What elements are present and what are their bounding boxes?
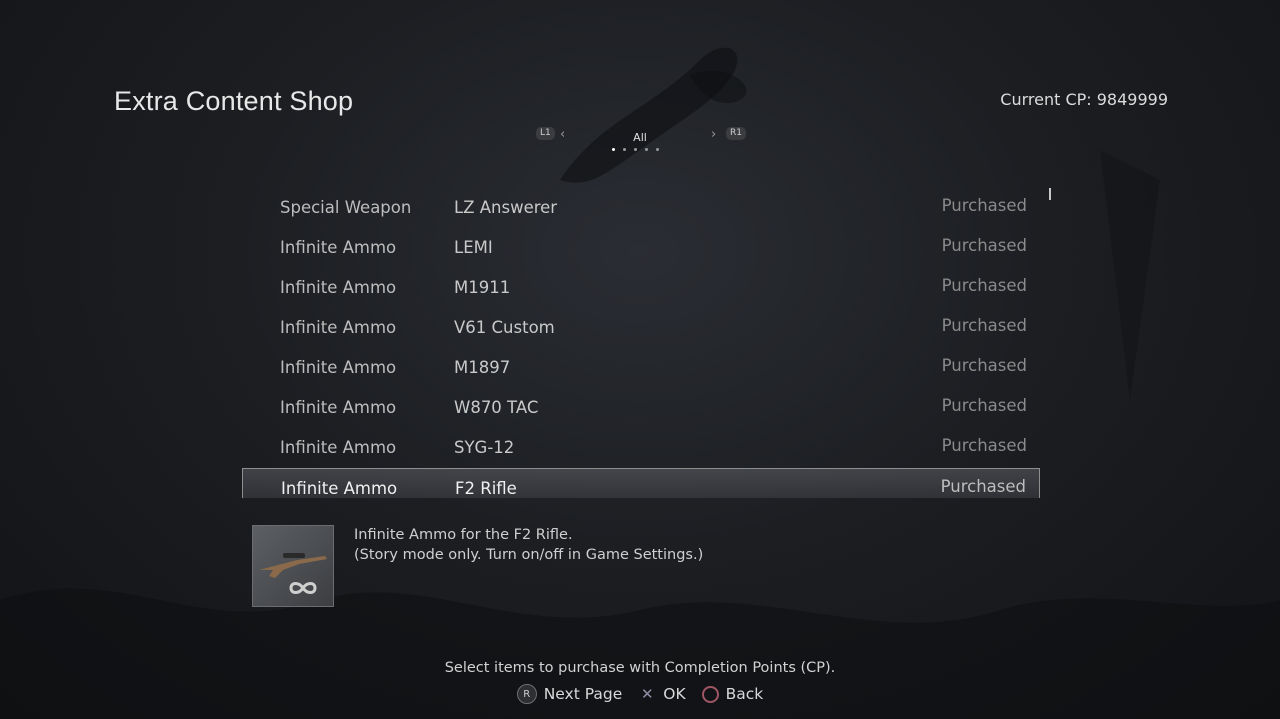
item-category: Infinite Ammo <box>281 479 398 498</box>
item-thumbnail <box>252 525 334 607</box>
page-dots <box>612 148 659 151</box>
item-status: Purchased <box>941 196 1027 215</box>
ok-label: OK <box>663 685 686 703</box>
circle-icon <box>701 685 719 703</box>
back-prompt[interactable]: Back <box>701 685 764 703</box>
r-stick-icon: R <box>516 684 537 704</box>
rifle-infinity-icon <box>259 553 327 594</box>
page-dot <box>623 148 626 151</box>
item-name: V61 Custom <box>454 318 555 337</box>
item-category: Infinite Ammo <box>280 438 397 457</box>
item-name: LEMI <box>454 238 493 257</box>
list-item[interactable]: Special Weapon LZ Answerer Purchased <box>242 188 1040 228</box>
cross-icon: ✕ <box>640 685 654 703</box>
r1-button-icon[interactable]: R1 <box>726 127 746 140</box>
list-item[interactable]: Infinite Ammo F2 Rifle Purchased <box>242 468 1040 498</box>
description-line-1: Infinite Ammo for the F2 Rifle. <box>354 527 573 543</box>
item-name: W870 TAC <box>454 398 539 417</box>
item-name: SYG-12 <box>454 438 515 457</box>
list-item[interactable]: Infinite Ammo M1897 Purchased <box>242 348 1040 388</box>
current-cp: Current CP: 9849999 <box>1000 90 1168 109</box>
button-prompts: R Next Page ✕ OK Back <box>0 684 1280 704</box>
item-name: M1897 <box>454 358 511 377</box>
item-status: Purchased <box>941 276 1027 295</box>
chevron-right-icon[interactable]: › <box>711 127 716 142</box>
page-dot <box>634 148 637 151</box>
item-status: Purchased <box>941 396 1027 415</box>
item-category: Infinite Ammo <box>280 318 397 337</box>
item-name: M1911 <box>454 278 511 297</box>
shop-item-list: Special Weapon LZ Answerer Purchased Infini… <box>242 188 1040 498</box>
item-name: F2 Rifle <box>455 479 517 498</box>
list-item[interactable]: Infinite Ammo W870 TAC Purchased <box>242 388 1040 428</box>
page-title: Extra Content Shop <box>114 86 354 116</box>
next-page-prompt[interactable]: R Next Page <box>516 684 623 704</box>
scrollbar-thumb[interactable] <box>1049 188 1051 200</box>
item-category: Special Weapon <box>280 198 412 217</box>
page-dot <box>656 148 659 151</box>
category-tabs[interactable]: L1 ‹ All › R1 <box>530 124 750 158</box>
item-status: Purchased <box>940 477 1026 496</box>
list-item[interactable]: Infinite Ammo M1911 Purchased <box>242 268 1040 308</box>
footer-hint: Select items to purchase with Completion… <box>444 660 836 676</box>
page-dot <box>612 148 615 151</box>
item-description: Infinite Ammo for the F2 Rifle. (Story m… <box>354 525 703 565</box>
next-page-label: Next Page <box>543 685 623 703</box>
item-status: Purchased <box>941 236 1027 255</box>
back-label: Back <box>725 685 764 703</box>
item-name: LZ Answerer <box>454 198 558 217</box>
item-status: Purchased <box>941 356 1027 375</box>
item-status: Purchased <box>941 436 1027 455</box>
description-line-2: (Story mode only. Turn on/off in Game Se… <box>354 547 704 563</box>
list-item[interactable]: Infinite Ammo LEMI Purchased <box>242 228 1040 268</box>
item-category: Infinite Ammo <box>280 398 397 417</box>
tab-label: All <box>633 131 647 144</box>
item-category: Infinite Ammo <box>280 278 397 297</box>
page-dot <box>645 148 648 151</box>
item-category: Infinite Ammo <box>280 238 397 257</box>
item-category: Infinite Ammo <box>280 358 397 377</box>
item-status: Purchased <box>941 316 1027 335</box>
list-item[interactable]: Infinite Ammo V61 Custom Purchased <box>242 308 1040 348</box>
ok-prompt[interactable]: ✕ OK <box>638 685 686 703</box>
list-item[interactable]: Infinite Ammo SYG-12 Purchased <box>242 428 1040 468</box>
